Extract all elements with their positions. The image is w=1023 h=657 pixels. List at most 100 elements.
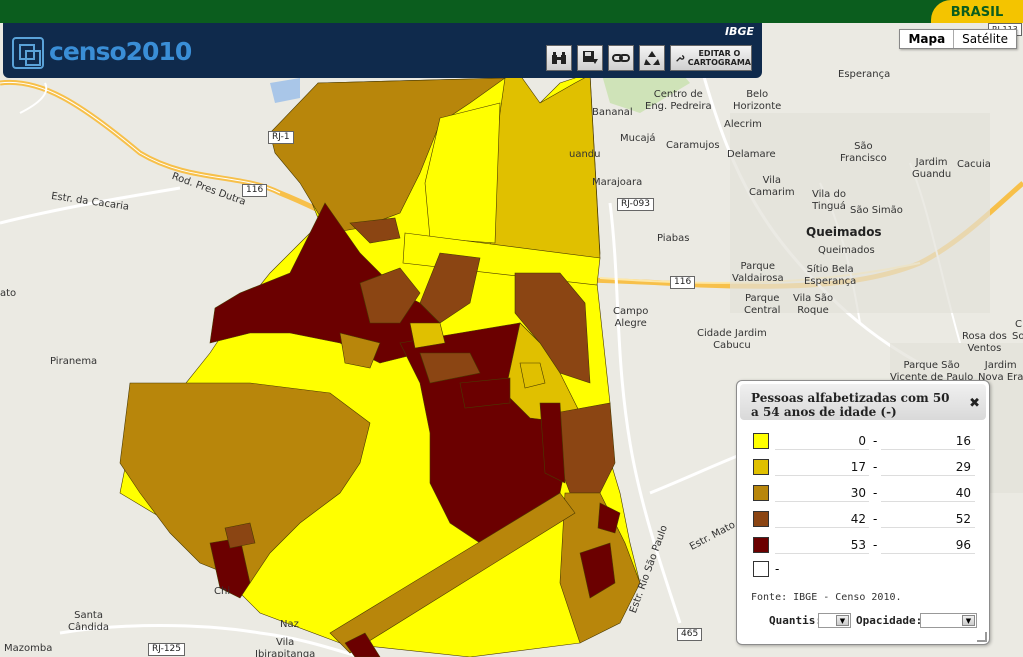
legend-class-row: 0 - 16 [753,432,977,450]
resize-handle-icon[interactable] [977,632,987,642]
place-queimados: Queimados [818,245,875,256]
choropleth-layer [119,72,641,657]
map-type-mapa-button[interactable]: Mapa [900,30,955,48]
legend-class-max[interactable]: 52 [881,510,975,528]
opacidade-label: Opacidade: [856,614,923,627]
place-mucaja: Mucajá [620,133,656,144]
legend-class-row: 42 - 52 [753,510,977,528]
place-jardim-guandu: Jardim Guandu [912,157,952,180]
place-chi: Chi [214,586,231,597]
legend-dash: - [873,512,878,526]
legend-swatch [753,485,769,501]
place-centro-eng-pedreira: Centro de Eng. Pedreira [645,89,712,112]
save-download-button[interactable] [577,45,603,71]
place-sao-francisco: São Francisco [840,141,887,164]
legend-title: Pessoas alfabetizadas com 50 a 54 anos d… [751,391,950,419]
place-cacuia: Cacuia [957,159,991,170]
legend-swatch [753,433,769,449]
censo-logo-icon [12,37,44,69]
legend-nodata-row: - [753,560,977,578]
place-c-right: C [1015,319,1022,330]
link-icon [612,54,630,62]
shield-br-116-a: 116 [242,184,268,197]
place-rosa-dos-ventos: Rosa dos Ventos [962,331,1007,354]
ibge-logo: IBGE [724,25,754,38]
edit-label-line-2: CARTOGRAMA [687,58,751,67]
legend-header[interactable]: Pessoas alfabetizadas com 50 a 54 anos d… [740,384,986,420]
legend-class-min[interactable]: 17 [775,458,869,476]
legend-dash: - [873,460,878,474]
legend-dash: - [873,434,878,448]
shield-rj-125: RJ-125 [148,643,186,656]
government-bar: BRASIL [0,0,1023,23]
place-sao-simao: São Simão [850,205,903,216]
shield-rj-093: RJ-093 [617,198,655,211]
legend-nodata-swatch [753,561,769,577]
place-belo-horizonte: Belo Horizonte [733,89,782,112]
quantis-label: Quantis: [769,614,822,627]
save-download-icon [583,51,598,64]
shield-br-465: 465 [677,628,703,641]
place-piranema: Piranema [50,356,98,367]
recycle-button[interactable] [639,45,665,71]
legend-class-max[interactable]: 40 [881,484,975,502]
legend-class-row: 17 - 29 [753,458,977,476]
map-type-toggle: Mapa Satélite [899,29,1017,49]
legend-class-min[interactable]: 30 [775,484,869,502]
legend-class-min[interactable]: 0 [775,432,869,450]
edit-cartogram-button[interactable]: EDITAR O CARTOGRAMA [670,45,752,71]
place-queimados-city: Queimados [806,225,882,239]
toolbar: EDITAR O CARTOGRAMA [546,45,752,71]
place-caramujos: Caramujos [666,140,720,151]
legend-class-row: 30 - 40 [753,484,977,502]
recycle-icon [644,51,660,65]
place-bananal: Bananal [592,107,633,118]
place-guandu: uandu [569,149,601,160]
chevron-down-icon: ▼ [836,615,849,626]
legend-panel: Pessoas alfabetizadas com 50 a 54 anos d… [736,380,990,645]
place-vila-camarim: Vila Camarim [749,175,795,198]
place-delamare: Delamare [727,149,776,160]
place-marajoara: Marajoara [592,177,643,188]
brasil-badge[interactable]: BRASIL [931,0,1023,23]
binoculars-button[interactable] [546,45,572,71]
opacidade-select[interactable]: ▼ [920,613,977,628]
chevron-down-icon: ▼ [962,615,975,626]
legend-source: Fonte: IBGE - Censo 2010. [751,592,902,603]
close-icon[interactable]: ✖ [969,396,980,411]
place-parque-valdairosa: Parque Valdairosa [732,261,784,284]
legend-class-min[interactable]: 42 [775,510,869,528]
shield-br-116-b: 116 [670,276,696,289]
legend-class-min[interactable]: 53 [775,536,869,554]
legend-class-max[interactable]: 96 [881,536,975,554]
place-campo-alegre: Campo Alegre [613,306,649,329]
place-alecrim: Alecrim [724,119,762,130]
edit-label-line-1: EDITAR O [698,49,741,58]
place-piabas: Piabas [657,233,690,244]
place-esperanca: Esperança [838,69,891,80]
link-button[interactable] [608,45,634,71]
place-so-right: So [1012,331,1023,342]
legend-swatch [753,459,769,475]
map-type-satelite-button[interactable]: Satélite [954,30,1016,48]
place-ato: ato [0,288,17,299]
app-title: censo2010 [49,37,192,66]
binoculars-icon [552,52,566,64]
place-parque-central: Parque Central [744,293,781,316]
legend-class-max[interactable]: 16 [881,432,975,450]
app-header: censo2010 IBGE EDITAR O CARTOGRAMA [3,23,762,78]
place-vila-tingua: Vila do Tinguá [812,189,846,212]
legend-class-max[interactable]: 29 [881,458,975,476]
place-cidade-jardim-cabucu: Cidade Jardim Cabucu [697,328,767,351]
legend-swatch [753,511,769,527]
edit-cartogram-label: EDITAR O CARTOGRAMA [688,49,751,67]
place-vila-ibirapitanga: Vila Ibirapitanga [255,637,316,657]
place-mazomba: Mazomba [4,643,53,654]
legend-dash: - [873,486,878,500]
quantis-select[interactable]: ▼ [818,613,851,628]
wrench-icon [676,55,685,62]
place-santa-candida: Santa Cândida [68,610,110,633]
legend-class-row: 53 - 96 [753,536,977,554]
legend-swatch [753,537,769,553]
place-vila-sao-roque: Vila São Roque [793,293,834,316]
